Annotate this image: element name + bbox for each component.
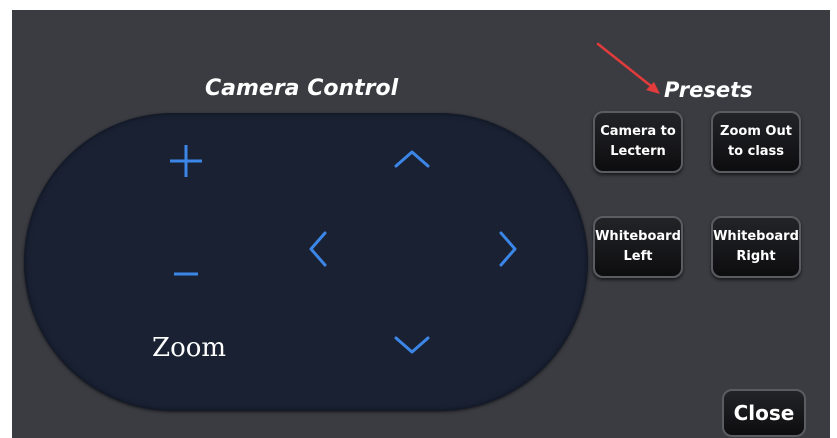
preset-label-line1: Whiteboard: [595, 229, 681, 244]
presets-title: Presets: [664, 78, 753, 102]
preset-label-line1: Whiteboard: [713, 229, 799, 244]
zoom-in-button[interactable]: [156, 131, 216, 191]
chevron-up-icon: [394, 150, 430, 168]
pan-right-button[interactable]: [478, 219, 538, 279]
preset-label-line1: Camera to: [600, 124, 676, 139]
pan-up-button[interactable]: [382, 129, 442, 189]
chevron-down-icon: [394, 336, 430, 354]
preset-camera-to-lectern-button[interactable]: Camera to Lectern: [593, 111, 683, 173]
plus-icon: [170, 145, 202, 177]
pan-left-button[interactable]: [288, 219, 348, 279]
camera-control-title: Camera Control: [205, 76, 399, 101]
preset-label-line2: Left: [623, 249, 653, 264]
preset-whiteboard-right-button[interactable]: Whiteboard Right: [711, 216, 801, 278]
minus-icon: [174, 272, 198, 276]
preset-label-line2: to class: [727, 144, 785, 159]
preset-label-line1: Zoom Out: [720, 124, 792, 139]
zoom-label: Zoom: [152, 333, 227, 363]
preset-label-line2: Right: [736, 249, 776, 264]
annotation-arrow-icon: [596, 42, 660, 94]
pan-down-button[interactable]: [382, 315, 442, 375]
zoom-out-button[interactable]: [156, 236, 216, 296]
preset-label-line2: Lectern: [610, 144, 666, 159]
chevron-right-icon: [499, 231, 517, 267]
preset-zoom-out-to-class-button[interactable]: Zoom Out to class: [711, 111, 801, 173]
preset-whiteboard-left-button[interactable]: Whiteboard Left: [593, 216, 683, 278]
chevron-left-icon: [309, 231, 327, 267]
close-button[interactable]: Close: [722, 389, 806, 437]
